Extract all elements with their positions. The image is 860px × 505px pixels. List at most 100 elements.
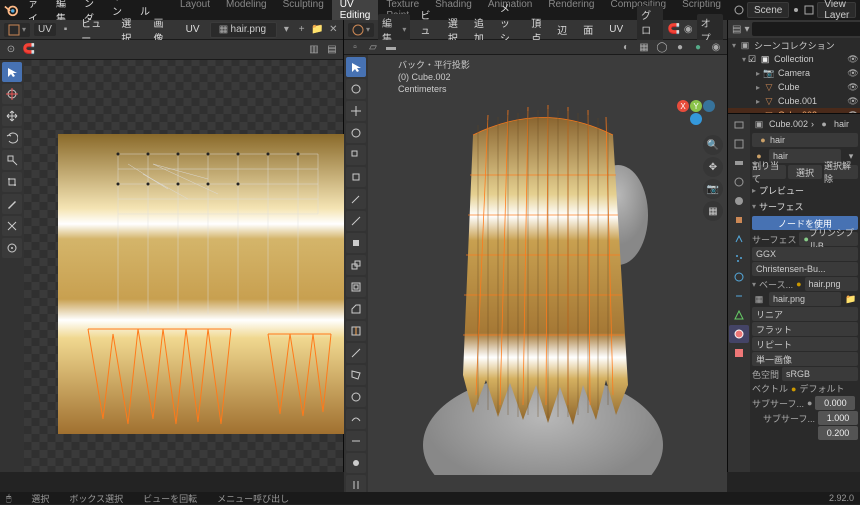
3d-menu-face[interactable]: 面 bbox=[577, 21, 599, 38]
3d-canvas[interactable]: バック・平行投影 (0) Cube.002 Centimeters bbox=[368, 55, 727, 497]
shading-matprev-icon[interactable]: ● bbox=[691, 40, 705, 54]
editor-type-3d[interactable]: ▾ bbox=[348, 23, 374, 37]
tool3d-spin[interactable] bbox=[346, 387, 366, 407]
tool3d-loopcut[interactable] bbox=[346, 321, 366, 341]
ptab-data[interactable] bbox=[729, 306, 749, 324]
tool3d-knife[interactable] bbox=[346, 343, 366, 363]
tool3d-bevel[interactable] bbox=[346, 299, 366, 319]
distribution-field[interactable]: GGX bbox=[752, 247, 858, 261]
nav-persp[interactable]: ▦ bbox=[703, 201, 723, 221]
nav-zoom[interactable]: 🔍 bbox=[703, 135, 723, 155]
uv-canvas[interactable] bbox=[24, 60, 343, 472]
uv-browse-icon[interactable]: ▾ bbox=[281, 23, 292, 37]
outliner-scene-collection[interactable]: ▾▣シーンコレクション bbox=[728, 38, 860, 52]
outliner-collection[interactable]: ▾☑▣Collection 👁 bbox=[728, 52, 860, 66]
3d-menu-uv[interactable]: UV bbox=[603, 23, 629, 36]
ptab-viewlayer[interactable] bbox=[729, 154, 749, 172]
eye-icon[interactable]: 👁 bbox=[846, 66, 860, 80]
eye-icon[interactable]: 👁 bbox=[846, 80, 860, 94]
tool3d-annotate[interactable] bbox=[346, 189, 366, 209]
tool3d-add-cube[interactable] bbox=[346, 233, 366, 253]
tool-select-box[interactable] bbox=[2, 62, 22, 82]
subsurface-value[interactable]: 0.000 bbox=[815, 396, 855, 410]
uv-snap-icon[interactable]: 🧲 bbox=[22, 43, 36, 57]
tool3d-scale[interactable] bbox=[346, 145, 366, 165]
select-mode-vert-icon[interactable]: ▫ bbox=[348, 40, 362, 54]
select-mode-face-icon[interactable]: ▬ bbox=[384, 40, 398, 54]
uv-display-stretch-icon[interactable]: ▥ bbox=[307, 43, 321, 57]
eye-icon[interactable]: 👁 bbox=[846, 52, 860, 66]
uv-open-icon[interactable]: 📁 bbox=[311, 23, 323, 37]
ptab-constraint[interactable] bbox=[729, 287, 749, 305]
deselect-button[interactable]: 選択解除 bbox=[824, 165, 858, 179]
ptab-texture[interactable] bbox=[729, 344, 749, 362]
tool3d-measure[interactable] bbox=[346, 211, 366, 231]
ptab-physics[interactable] bbox=[729, 268, 749, 286]
overlay-toggle-icon[interactable]: ◐ bbox=[619, 40, 633, 54]
tex-name-field[interactable]: hair.png bbox=[769, 292, 841, 306]
nav-pan[interactable]: ✥ bbox=[703, 157, 723, 177]
surface-header[interactable]: ▾サーフェス bbox=[752, 198, 858, 214]
outliner-cube[interactable]: ▸▽Cube 👁 bbox=[728, 80, 860, 94]
shading-solid-icon[interactable]: ● bbox=[673, 40, 687, 54]
tool3d-polybuild[interactable] bbox=[346, 365, 366, 385]
proportional-icon[interactable]: ◉ bbox=[684, 23, 693, 37]
shader-field[interactable]: ● プリンシプルB... bbox=[799, 232, 858, 246]
ptab-world[interactable] bbox=[729, 192, 749, 210]
outliner-search[interactable] bbox=[752, 22, 860, 36]
tool3d-inset[interactable] bbox=[346, 277, 366, 297]
uv-display-modifier-icon[interactable]: ▤ bbox=[325, 43, 339, 57]
tool3d-transform[interactable] bbox=[346, 167, 366, 187]
pin-icon[interactable] bbox=[791, 3, 801, 17]
scene-field[interactable]: Scene bbox=[747, 2, 789, 18]
3d-menu-edge[interactable]: 辺 bbox=[551, 21, 573, 38]
tool-grab[interactable] bbox=[2, 238, 22, 258]
tex-open-icon[interactable]: 📁 bbox=[844, 292, 858, 306]
xray-toggle-icon[interactable]: ▦ bbox=[637, 40, 651, 54]
tool-scale[interactable] bbox=[2, 150, 22, 170]
eye-icon[interactable]: 👁 bbox=[846, 94, 860, 108]
ptab-material[interactable] bbox=[729, 325, 749, 343]
uv-menu-uv[interactable]: UV bbox=[180, 23, 206, 36]
uv-pivot-icon[interactable]: ⊙ bbox=[4, 43, 18, 57]
shading-rendered-icon[interactable]: ◉ bbox=[709, 40, 723, 54]
colorspace-field[interactable]: sRGB bbox=[782, 367, 858, 381]
subsurface-method-field[interactable]: Christensen-Bu... bbox=[752, 262, 858, 276]
tool3d-shrink[interactable] bbox=[346, 453, 366, 473]
tex-image-icon[interactable]: ▦ bbox=[752, 292, 766, 306]
tool3d-extrude[interactable] bbox=[346, 255, 366, 275]
ptab-object[interactable] bbox=[729, 211, 749, 229]
tool-move[interactable] bbox=[2, 106, 22, 126]
tool-transform[interactable] bbox=[2, 172, 22, 192]
source-field[interactable]: 単一画像 bbox=[752, 352, 858, 366]
uv-unlink-icon[interactable]: ✕ bbox=[328, 23, 339, 37]
tool3d-cursor[interactable] bbox=[346, 79, 366, 99]
outliner-camera[interactable]: ▸📷Camera 👁 bbox=[728, 66, 860, 80]
select-button[interactable]: 選択 bbox=[788, 165, 822, 179]
outliner-type-icon[interactable]: ▤ bbox=[732, 22, 741, 36]
material-slot[interactable]: ● hair bbox=[752, 133, 858, 147]
tool3d-edge-slide[interactable] bbox=[346, 431, 366, 451]
ptab-particle[interactable] bbox=[729, 249, 749, 267]
snap-icon[interactable]: 🧲 bbox=[667, 23, 679, 37]
uv-image-field[interactable]: ▦hair.png bbox=[210, 22, 277, 38]
extension-field[interactable]: リピート bbox=[752, 337, 858, 351]
tool-rip[interactable] bbox=[2, 216, 22, 236]
tool-annotate[interactable] bbox=[2, 194, 22, 214]
uv-select-mode-vertex-icon[interactable]: ▪ bbox=[60, 23, 71, 37]
ptab-modifier[interactable] bbox=[729, 230, 749, 248]
ptab-render[interactable] bbox=[729, 116, 749, 134]
tool3d-rotate[interactable] bbox=[346, 123, 366, 143]
uv-sync-mode[interactable]: UV bbox=[34, 23, 56, 36]
nav-camera[interactable]: 📷 bbox=[703, 179, 723, 199]
outliner-filter-icon[interactable]: ▾ bbox=[744, 22, 749, 36]
subsurface-r1[interactable]: 1.000 bbox=[818, 411, 858, 425]
viewlayer-field[interactable]: View Layer bbox=[817, 2, 856, 18]
editor-type-uv[interactable]: ▾ bbox=[4, 23, 30, 37]
select-mode-edge-icon[interactable]: ▱ bbox=[366, 40, 380, 54]
interpolation-field[interactable]: リニア bbox=[752, 307, 858, 321]
base-color-tex[interactable]: hair.png bbox=[805, 277, 858, 291]
subsurface-r2[interactable]: 0.200 bbox=[818, 426, 858, 440]
projection-field[interactable]: フラット bbox=[752, 322, 858, 336]
ptab-output[interactable] bbox=[729, 135, 749, 153]
